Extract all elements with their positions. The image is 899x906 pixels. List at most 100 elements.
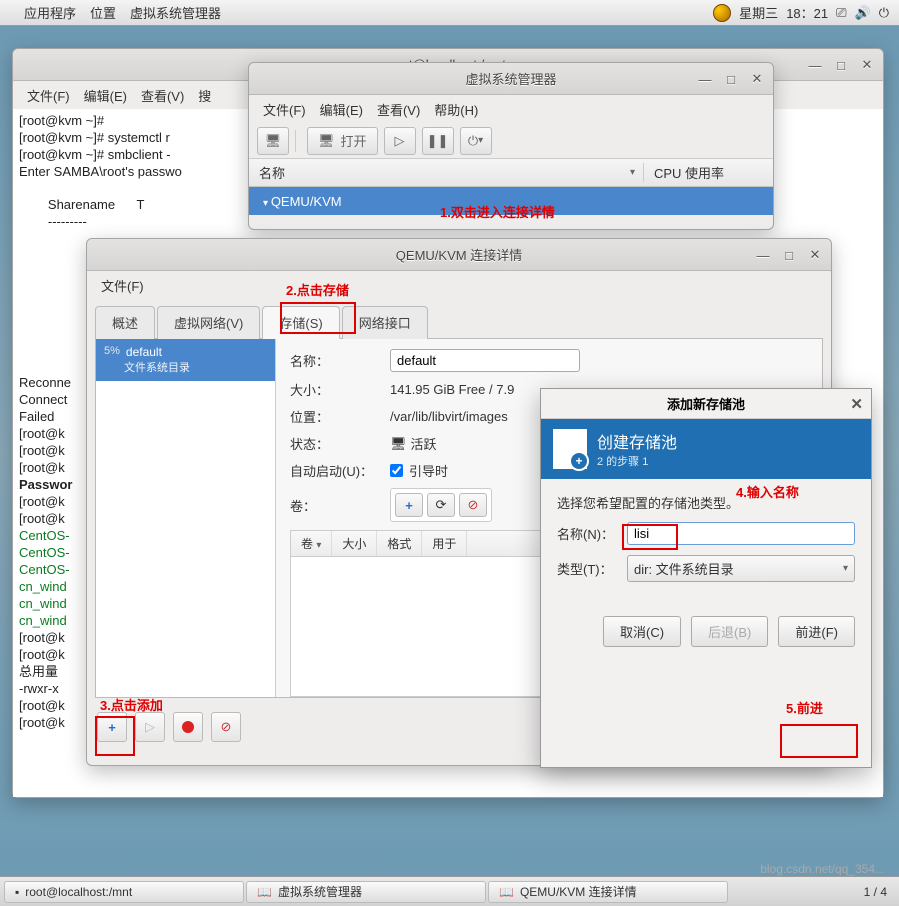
vmm-titlebar[interactable]: 虚拟系统管理器 — □ ✕ <box>249 63 773 95</box>
label-state: 状态： <box>290 434 390 453</box>
menu-view[interactable]: 查看(V) <box>135 84 190 107</box>
pool-add-button[interactable]: + <box>97 712 127 742</box>
menu-help[interactable]: 帮助(H) <box>428 98 484 121</box>
forward-button[interactable]: 前进(F) <box>778 616 855 647</box>
label-name: 名称： <box>290 351 390 370</box>
dialog-header-title: 创建存储池 <box>597 429 677 453</box>
maximize-button[interactable]: □ <box>779 245 799 265</box>
cd-tabs: 概述 虚拟网络(V) 存储(S) 网络接口 <box>87 299 831 338</box>
vmm-icon: 📖 <box>257 885 272 899</box>
sort-icon[interactable]: ▾ <box>630 167 635 178</box>
taskbar: ▪root@localhost:/mnt 📖虚拟系统管理器 📖QEMU/KVM … <box>0 876 899 906</box>
dialog-step-label: 2 的步骤 1 <box>597 453 677 469</box>
menu-search[interactable]: 搜 <box>192 84 217 107</box>
add-storage-dialog: 添加新存储池 ✕ 创建存储池 2 的步骤 1 选择您希望配置的存储池类型。 名称… <box>540 388 872 768</box>
pool-name-input[interactable] <box>627 522 855 545</box>
volume-add-button[interactable]: + <box>395 493 423 517</box>
pool-delete-button[interactable]: ⊘ <box>211 712 241 742</box>
volcol-format[interactable]: 格式 <box>377 531 422 556</box>
vmm-window: 虚拟系统管理器 — □ ✕ 文件(F) 编辑(E) 查看(V) 帮助(H) 🖥 … <box>248 62 774 230</box>
notification-orb-icon[interactable] <box>713 4 731 22</box>
storage-pool-default[interactable]: 5%default 文件系统目录 <box>96 339 275 381</box>
cd-titlebar[interactable]: QEMU/KVM 连接详情 — □ ✕ <box>87 239 831 271</box>
close-button[interactable]: ✕ <box>747 69 767 89</box>
menu-file[interactable]: 文件(F) <box>257 98 312 121</box>
pause-button[interactable]: ❚❚ <box>422 127 454 155</box>
volume-refresh-button[interactable]: ⟳ <box>427 493 455 517</box>
pool-type-select[interactable]: dir: 文件系统目录▾ <box>627 555 855 582</box>
volume-icon[interactable]: 🔊 <box>855 5 871 21</box>
tab-network-interfaces[interactable]: 网络接口 <box>342 306 428 339</box>
desktop-topbar: 应用程序 位置 虚拟系统管理器 星期三 18：21 ⎚ 🔊 ⏻ <box>0 0 899 26</box>
power-icon[interactable]: ⏻ <box>879 5 889 21</box>
label-pool-name: 名称(N)： <box>557 524 627 543</box>
vmm-toolbar: 🖥 🖥打开 ▷ ❚❚ ⏻ ▾ <box>249 123 773 159</box>
new-pool-icon <box>553 429 587 469</box>
state-value: 活跃 <box>411 434 437 453</box>
network-icon[interactable]: ⎚ <box>836 5 846 21</box>
shutdown-button[interactable]: ⏻ ▾ <box>460 127 492 155</box>
menu-file[interactable]: 文件(F) <box>21 84 76 107</box>
menu-file[interactable]: 文件(F) <box>95 274 150 297</box>
vmm-menu[interactable]: 虚拟系统管理器 <box>130 3 221 22</box>
cd-title: QEMU/KVM 连接详情 <box>396 245 522 264</box>
workspace-indicator[interactable]: 1 / 4 <box>864 885 895 899</box>
dialog-title: 添加新存储池 <box>667 394 745 413</box>
minimize-button[interactable]: — <box>695 69 715 89</box>
volcol-name[interactable]: 卷 ▾ <box>291 531 332 556</box>
dialog-close-button[interactable]: ✕ <box>850 395 863 413</box>
time-label: 18：21 <box>786 3 828 22</box>
label-pool-type: 类型(T)： <box>557 559 627 578</box>
close-button[interactable]: ✕ <box>805 245 825 265</box>
autostart-checkbox[interactable] <box>390 464 403 477</box>
location-value: /var/lib/libvirt/images <box>390 409 508 424</box>
vmm-menubar: 文件(F) 编辑(E) 查看(V) 帮助(H) <box>249 95 773 123</box>
cancel-button[interactable]: 取消(C) <box>603 616 681 647</box>
menu-edit[interactable]: 编辑(E) <box>314 98 369 121</box>
places-menu[interactable]: 位置 <box>90 3 116 22</box>
tab-virtual-networks[interactable]: 虚拟网络(V) <box>157 306 260 339</box>
storage-pool-list: 5%default 文件系统目录 <box>96 339 276 697</box>
cd-menubar: 文件(F) <box>87 271 831 299</box>
pool-start-button[interactable]: ▷ <box>135 712 165 742</box>
minimize-button[interactable]: — <box>753 245 773 265</box>
day-label: 星期三 <box>739 3 778 22</box>
new-vm-button[interactable]: 🖥 <box>257 127 289 155</box>
dialog-header: 创建存储池 2 的步骤 1 <box>541 419 871 479</box>
tab-storage[interactable]: 存储(S) <box>262 306 339 339</box>
label-volumes: 卷： <box>290 496 390 515</box>
volcol-usedby[interactable]: 用于 <box>422 531 467 556</box>
cd-icon: 📖 <box>499 885 514 899</box>
vmm-title: 虚拟系统管理器 <box>465 69 556 88</box>
pool-name-input[interactable] <box>390 349 580 372</box>
taskbar-vmm[interactable]: 📖虚拟系统管理器 <box>246 881 486 903</box>
play-button[interactable]: ▷ <box>384 127 416 155</box>
menu-view[interactable]: 查看(V) <box>371 98 426 121</box>
open-button[interactable]: 🖥打开 <box>307 127 378 155</box>
col-name[interactable]: 名称 <box>259 163 285 182</box>
menu-edit[interactable]: 编辑(E) <box>78 84 133 107</box>
maximize-button[interactable]: □ <box>721 69 741 89</box>
connection-row-qemukvm[interactable]: ▾ QEMU/KVM <box>249 187 773 215</box>
autostart-text: 引导时 <box>409 461 448 480</box>
minimize-button[interactable]: — <box>805 55 825 75</box>
dialog-titlebar[interactable]: 添加新存储池 ✕ <box>541 389 871 419</box>
maximize-button[interactable]: □ <box>831 55 851 75</box>
apps-menu[interactable]: 应用程序 <box>24 3 76 22</box>
back-button: 后退(B) <box>691 616 768 647</box>
close-button[interactable]: ✕ <box>857 55 877 75</box>
size-value: 141.95 GiB Free / 7.9 <box>390 382 514 397</box>
pool-stop-button[interactable] <box>173 712 203 742</box>
tab-overview[interactable]: 概述 <box>95 306 155 339</box>
dialog-form: 选择您希望配置的存储池类型。 名称(N)： 类型(T)： dir: 文件系统目录… <box>541 479 871 606</box>
label-autostart: 自动启动(U)： <box>290 461 390 480</box>
volcol-size[interactable]: 大小 <box>332 531 377 556</box>
label-size: 大小： <box>290 380 390 399</box>
terminal-icon: ▪ <box>15 885 19 899</box>
taskbar-terminal[interactable]: ▪root@localhost:/mnt <box>4 881 244 903</box>
vmm-list-header: 名称 ▾ CPU 使用率 <box>249 159 773 187</box>
taskbar-connection-details[interactable]: 📖QEMU/KVM 连接详情 <box>488 881 728 903</box>
label-location: 位置： <box>290 407 390 426</box>
col-cpu[interactable]: CPU 使用率 <box>644 163 724 182</box>
volume-delete-button[interactable]: ⊘ <box>459 493 487 517</box>
